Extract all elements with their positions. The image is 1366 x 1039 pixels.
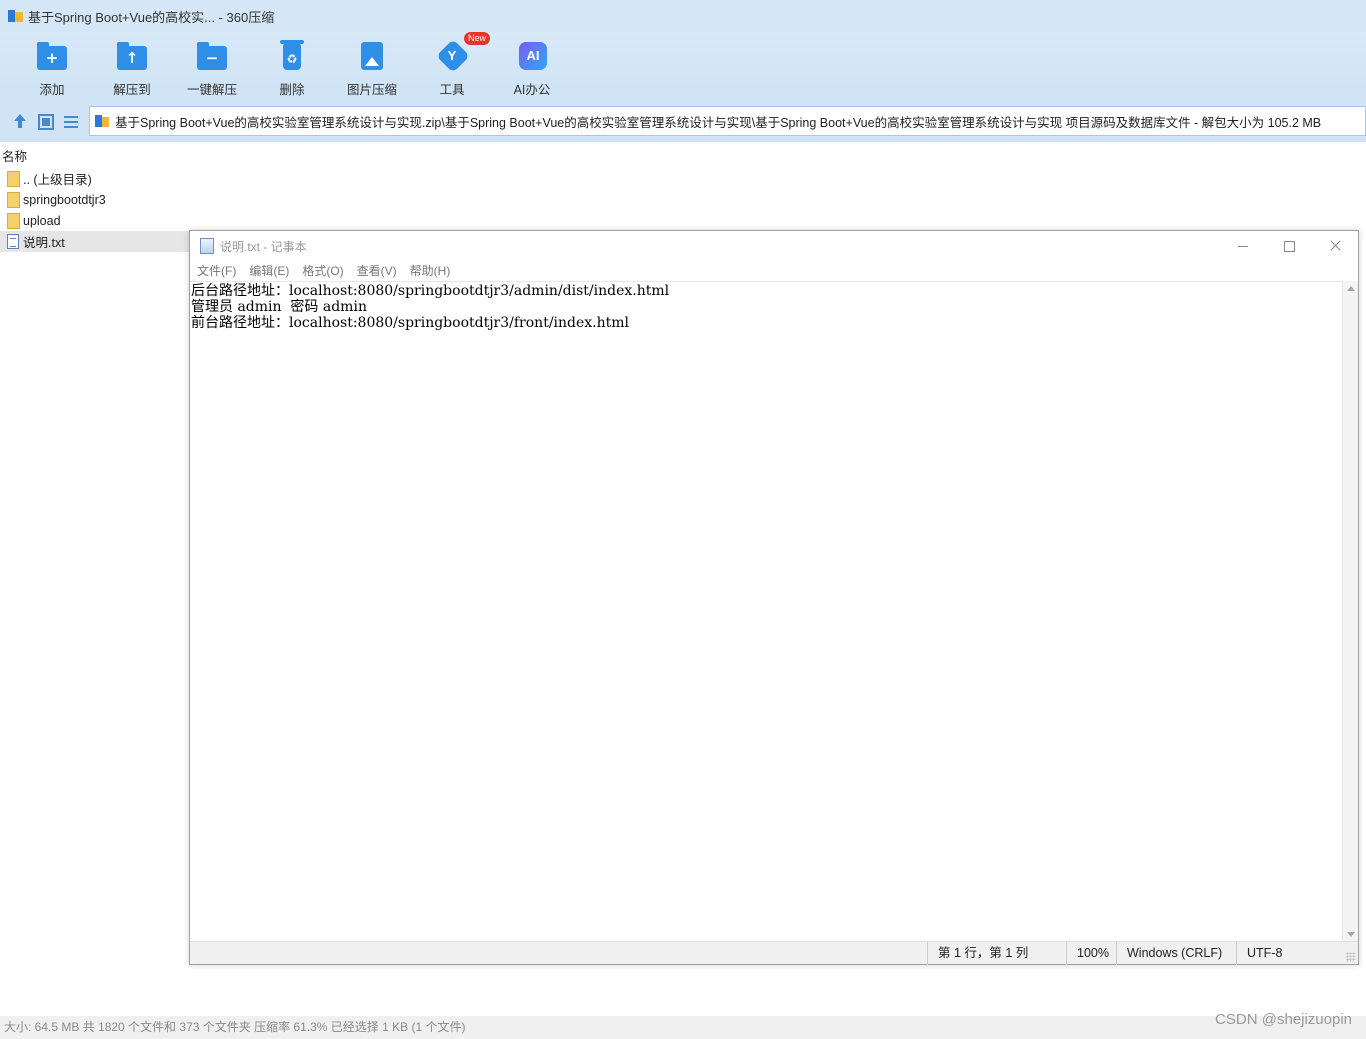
image-compress-button[interactable]: 图片压缩: [332, 32, 412, 102]
ai-office-button[interactable]: AI AI办公: [492, 32, 572, 102]
tools-icon: Y: [435, 39, 470, 73]
app-titlebar: 基于Spring Boot+Vue的高校实... - 360压缩: [0, 0, 1366, 32]
resize-grip-icon[interactable]: [1346, 952, 1356, 962]
extract-to-button-label: 解压到: [113, 83, 151, 97]
list-item[interactable]: .. (上级目录): [0, 168, 190, 189]
thumbnail-view-icon[interactable]: [38, 114, 54, 130]
folder-icon: [7, 212, 20, 229]
text-line: 后台路径地址：localhost:8080/springbootdtjr3/ad…: [191, 283, 670, 299]
csdn-watermark: CSDN @shejizuopin: [1215, 1011, 1352, 1028]
ai-office-icon: AI: [515, 40, 549, 72]
notepad-text-area[interactable]: 后台路径地址：localhost:8080/springbootdtjr3/ad…: [190, 281, 1343, 942]
delete-icon: ♻: [275, 40, 309, 72]
delete-button[interactable]: ♻ 删除: [252, 32, 332, 102]
address-path: 基于Spring Boot+Vue的高校实验室管理系统设计与实现.zip\基于S…: [115, 115, 1322, 130]
menu-edit[interactable]: 编辑(E): [249, 261, 289, 281]
menu-format[interactable]: 格式(O): [302, 261, 343, 281]
address-field[interactable]: 基于Spring Boot+Vue的高校实验室管理系统设计与实现.zip\基于S…: [89, 106, 1366, 136]
notepad-titlebar[interactable]: 说明.txt - 记事本: [190, 231, 1358, 261]
folder-icon: [7, 170, 20, 187]
tools-button-label: 工具: [439, 83, 465, 97]
ai-icon-text: AI: [519, 42, 547, 70]
one-click-extract-button-label: 一键解压: [186, 83, 237, 97]
menu-help[interactable]: 帮助(H): [410, 261, 451, 281]
ai-office-button-label: AI办公: [513, 83, 551, 97]
address-bar: 基于Spring Boot+Vue的高校实验室管理系统设计与实现.zip\基于S…: [0, 102, 1366, 142]
text-file-icon: [7, 234, 19, 249]
menu-view[interactable]: 查看(V): [357, 261, 397, 281]
zoom-level: 100%: [1066, 942, 1109, 965]
folder-icon: [7, 191, 20, 208]
notepad-menubar: 文件(F) 编辑(E) 格式(O) 查看(V) 帮助(H): [190, 261, 1358, 281]
add-icon: +: [35, 40, 69, 72]
extract-to-button[interactable]: ↑ 解压到: [92, 32, 172, 102]
list-view-icon[interactable]: [64, 114, 80, 130]
extract-to-icon: ↑: [115, 40, 149, 72]
notepad-statusbar: 第 1 行，第 1 列 100% Windows (CRLF) UTF-8: [190, 941, 1358, 965]
one-click-extract-button[interactable]: − 一键解压: [172, 32, 252, 102]
menu-file[interactable]: 文件(F): [197, 261, 236, 281]
notepad-icon: [200, 238, 214, 254]
image-compress-icon: [355, 40, 389, 72]
cursor-position: 第 1 行，第 1 列: [927, 942, 1028, 965]
close-button[interactable]: [1312, 231, 1358, 261]
encoding: UTF-8: [1236, 942, 1282, 965]
list-item[interactable]: upload: [0, 210, 190, 231]
app-logo-icon: [8, 8, 24, 24]
line-ending: Windows (CRLF): [1116, 942, 1222, 965]
text-line: 管理员 admin 密码 admin: [191, 299, 367, 315]
list-item[interactable]: 说明.txt: [0, 231, 190, 252]
new-badge: New: [464, 32, 491, 45]
status-text: 大小: 64.5 MB 共 1820 个文件和 373 个文件夹 压缩率 61.…: [4, 1020, 466, 1034]
add-button[interactable]: + 添加: [12, 32, 92, 102]
notepad-window: 说明.txt - 记事本 文件(F) 编辑(E) 格式(O) 查看(V) 帮助(…: [189, 230, 1359, 965]
archive-icon: [94, 113, 110, 129]
scroll-down-icon[interactable]: [1347, 932, 1355, 937]
minimize-button[interactable]: [1220, 231, 1266, 261]
list-item-label: 说明.txt: [23, 236, 65, 250]
column-header-name[interactable]: 名称: [0, 146, 1366, 168]
up-arrow-icon[interactable]: [12, 114, 28, 130]
text-line: 前台路径地址：localhost:8080/springbootdtjr3/fr…: [191, 315, 630, 331]
list-item-label: .. (上级目录): [23, 173, 92, 187]
delete-button-label: 删除: [279, 83, 305, 97]
list-item-label: upload: [23, 213, 61, 228]
notepad-title: 说明.txt - 记事本: [220, 239, 307, 254]
scroll-up-icon[interactable]: [1347, 286, 1355, 291]
vertical-scrollbar[interactable]: [1342, 281, 1358, 942]
maximize-button[interactable]: [1266, 231, 1312, 261]
main-toolbar: + 添加 ↑ 解压到 − 一键解压 ♻ 删除 图片压缩 Y 工具 AI AI办公: [0, 32, 1366, 102]
list-item[interactable]: springbootdtjr3: [0, 189, 190, 210]
add-button-label: 添加: [39, 83, 65, 97]
app-statusbar: 大小: 64.5 MB 共 1820 个文件和 373 个文件夹 压缩率 61.…: [0, 1016, 1366, 1039]
app-title: 基于Spring Boot+Vue的高校实... - 360压缩: [28, 9, 275, 25]
one-click-extract-icon: −: [195, 40, 229, 72]
image-compress-button-label: 图片压缩: [346, 83, 397, 97]
list-item-label: springbootdtjr3: [23, 192, 106, 207]
